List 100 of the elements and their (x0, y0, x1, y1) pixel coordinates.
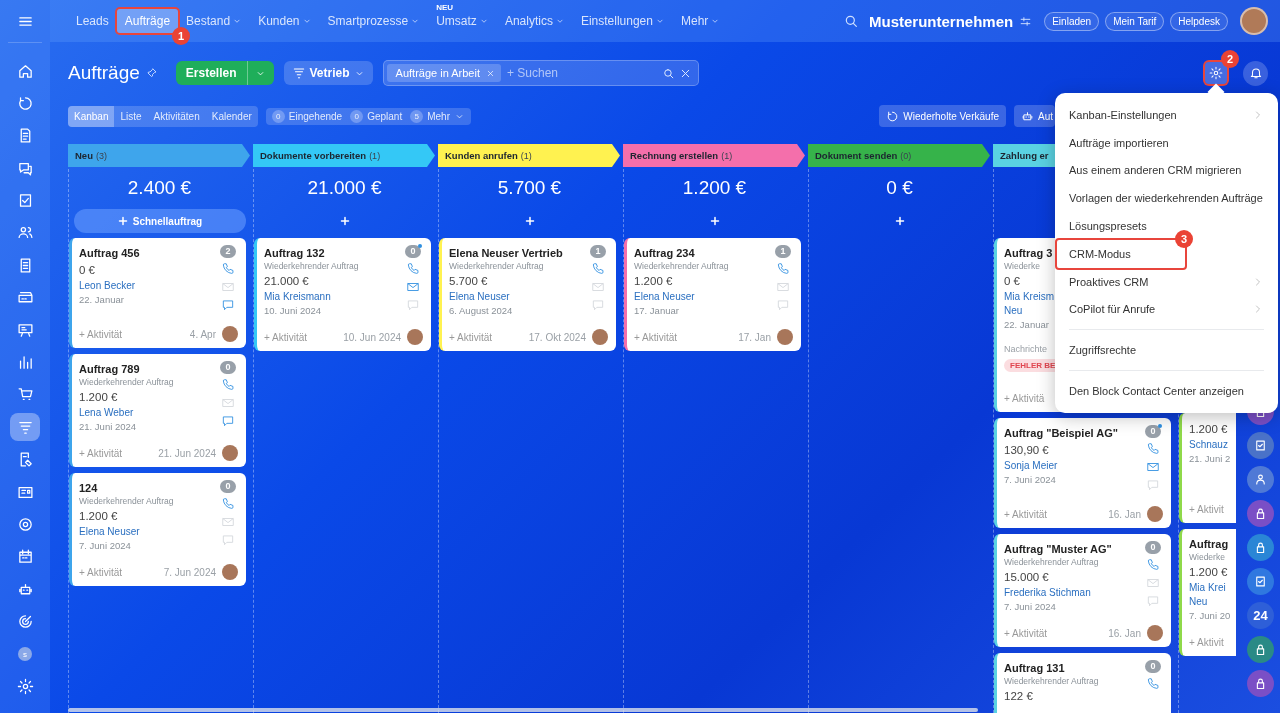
counter-filter[interactable]: 5 Mehr (410, 109, 465, 123)
add-activity-link[interactable]: + Aktivität (264, 331, 308, 343)
action-button[interactable]: Aut (1014, 105, 1055, 127)
nav-tab[interactable]: Analytics (496, 9, 573, 33)
action-button[interactable]: Wiederholte Verkäufe (879, 105, 1006, 127)
deal-card[interactable]: 124 Wiederkehrender Auftrag 1.200 € Elena Neuser 7. Juni 2024 0 + Aktivität 7. Jun 2024 (69, 473, 246, 586)
deal-card[interactable]: Auftrag "Muster AG" Wiederkehrender Auftrag 15.000 € Frederika Stichman 7. Juni 2024 0 + Aktivität 16. Jan (994, 534, 1171, 647)
contact-link[interactable]: Lena Weber (79, 406, 134, 420)
nav-tab[interactable]: Mehr (672, 9, 729, 33)
lock-button[interactable] (1247, 534, 1274, 561)
add-activity-link[interactable]: + Aktivität (1004, 627, 1048, 639)
deal-title[interactable]: Auftrag 131 (1004, 660, 1065, 676)
search-field[interactable]: Aufträge in Arbeit + Suchen (382, 60, 699, 86)
deal-title[interactable]: Auftrag "Beispiel AG" (1004, 425, 1118, 441)
deal-title[interactable]: Elena Neuser Vertrieb (449, 245, 563, 261)
company-name[interactable]: Musterunternehmen (869, 12, 1014, 30)
phone-icon[interactable] (776, 262, 790, 276)
menu-item[interactable]: Aufträge importieren (1057, 128, 1276, 157)
counter-filter[interactable]: 0 Geplant (350, 109, 403, 123)
header-button[interactable]: Einladen (1044, 11, 1100, 31)
view-tab[interactable]: Liste (114, 105, 148, 127)
lock-button[interactable] (1247, 670, 1274, 697)
nav-tab[interactable]: Einstellungen (572, 9, 673, 33)
quick-add-button[interactable]: Schnellauftrag (73, 209, 246, 233)
header-button[interactable]: Mein Tarif (1105, 11, 1165, 31)
sidebar-item[interactable] (10, 413, 40, 442)
contact-link[interactable]: Schnauz (1189, 438, 1228, 452)
stage-header[interactable]: Neu (3) (68, 144, 250, 167)
deal-card[interactable]: Auftrag 456 0 € Leon Becker 22. Januar 2 + Aktivität 4. Apr (69, 238, 246, 348)
contact-link[interactable]: Mia Kreism (1004, 290, 1054, 304)
phone-icon[interactable] (591, 262, 605, 276)
add-activity-link[interactable]: + Aktivität (79, 566, 123, 578)
header-button[interactable]: Helpdesk (1170, 11, 1228, 31)
settings-button[interactable] (1205, 62, 1227, 84)
menu-item[interactable]: Den Block Contact Center anzeigen (1057, 377, 1276, 405)
deal-title[interactable]: Auftrag 456 (79, 245, 140, 261)
deal-title[interactable]: Auftrag 789 (79, 361, 140, 377)
contact-link[interactable]: Leon Becker (79, 279, 136, 293)
stage-header[interactable]: Kunden anrufen (1) (438, 144, 620, 167)
notifications-button[interactable] (1243, 60, 1268, 86)
nav-tab[interactable]: Smartprozesse (319, 9, 429, 33)
contact-link[interactable]: Mia Kreismann (264, 290, 331, 304)
pipeline-dropdown[interactable]: Vetrieb (283, 61, 373, 85)
deal-title[interactable]: Auftrag 234 (634, 245, 695, 261)
phone-icon[interactable] (1146, 442, 1160, 456)
phone-icon[interactable] (1146, 677, 1160, 691)
nav-tab[interactable]: Kunden (250, 9, 320, 33)
add-activity-link[interactable]: + Aktivität (1004, 508, 1048, 520)
nav-tab[interactable]: Leads (68, 9, 117, 33)
stage-header[interactable]: Rechnung erstellen (1) (623, 144, 805, 167)
add-activity-link[interactable]: + Aktivität (449, 331, 493, 343)
lock-button[interactable] (1247, 500, 1274, 527)
menu-item[interactable]: Kanban-Einstellungen (1057, 101, 1276, 129)
deal-card[interactable]: Elena Neuser Vertrieb Wiederkehrender Auftrag 5.700 € Elena Neuser 6. August 2024 1 + Aktivität 17. Okt 2024 (439, 238, 616, 351)
view-tab[interactable]: Aktivitäten (147, 105, 206, 127)
deal-card[interactable]: Auftrag 132 Wiederkehrender Auftrag 21.000 € Mia Kreismann 10. Juni 2024 0 + Aktivität 10. Jun 2024 (254, 238, 431, 351)
deal-card[interactable]: 1.200 € Schnauz 21. Juni 2 + Aktivit (1179, 413, 1236, 523)
stage-header[interactable]: Dokumente vorbereiten (1) (253, 144, 435, 167)
deal-title[interactable]: Auftrag (1189, 536, 1229, 552)
contact-link[interactable]: Neu (1189, 595, 1208, 609)
deal-title[interactable]: Auftrag 3 (1004, 245, 1053, 261)
add-activity-link[interactable]: + Aktivitä (1004, 392, 1045, 404)
mail-icon[interactable] (1146, 460, 1160, 474)
contact-link[interactable]: Sonja Meier (1004, 459, 1058, 473)
mail-icon[interactable] (406, 280, 420, 294)
contact-link[interactable]: Elena Neuser (449, 290, 510, 304)
add-activity-link[interactable]: + Aktivit (1189, 636, 1224, 648)
counter-filter[interactable]: 0 Eingehende (271, 109, 343, 123)
add-activity-link[interactable]: + Aktivit (1189, 503, 1224, 515)
contact-link[interactable]: Frederika Stichman (1004, 586, 1091, 600)
task-button[interactable] (1247, 432, 1274, 459)
contact-link[interactable]: Neu (1004, 304, 1023, 318)
phone-icon[interactable] (1146, 558, 1160, 572)
phone-icon[interactable] (221, 262, 235, 276)
avatar[interactable] (1240, 7, 1268, 35)
contact-link[interactable]: Elena Neuser (634, 290, 695, 304)
deal-card[interactable]: Auftrag "Beispiel AG" 130,90 € Sonja Meier 7. Juni 2024 0 + Aktivität 16. Jan (994, 418, 1171, 528)
view-tab[interactable]: Kalender (205, 105, 258, 127)
deal-title[interactable]: Auftrag 132 (264, 245, 325, 261)
deal-card[interactable]: Auftrag 789 Wiederkehrender Auftrag 1.200 € Lena Weber 21. Juni 2024 0 + Aktivität 21. Jun 2024 (69, 354, 246, 467)
deal-card[interactable]: Auftrag 131 Wiederkehrender Auftrag 122 € 0 (994, 653, 1171, 713)
phone-icon[interactable] (221, 378, 235, 392)
figure-button[interactable] (1247, 466, 1274, 493)
filter-chip[interactable]: Aufträge in Arbeit (386, 64, 501, 82)
deal-title[interactable]: 124 (79, 480, 98, 496)
stage-header[interactable]: Dokument senden (0) (808, 144, 990, 167)
lock-button[interactable] (1247, 636, 1274, 663)
phone-icon[interactable] (406, 262, 420, 276)
chat-icon[interactable] (221, 414, 235, 428)
deal-title[interactable]: Auftrag "Muster AG" (1004, 541, 1112, 557)
menu-item[interactable]: Vorlagen der wiederkehrenden Aufträge (1057, 184, 1276, 213)
contact-link[interactable]: Elena Neuser (79, 525, 140, 539)
add-activity-link[interactable]: + Aktivität (79, 447, 123, 459)
chat-icon[interactable] (221, 298, 235, 312)
task-button[interactable] (1247, 568, 1274, 595)
menu-item[interactable]: CoPilot für Anrufe (1057, 295, 1276, 324)
horizontal-scrollbar[interactable] (68, 708, 978, 712)
deal-card[interactable]: Auftrag 234 Wiederkehrender Auftrag 1.200 € Elena Neuser 17. Januar 1 + Aktivität 17. Jan (624, 238, 801, 351)
contact-link[interactable]: Mia Krei (1189, 581, 1226, 595)
deal-card[interactable]: Auftrag Wiederke 1.200 € Mia Krei Neu 7. Juni 20 + Aktivit (1179, 529, 1236, 656)
